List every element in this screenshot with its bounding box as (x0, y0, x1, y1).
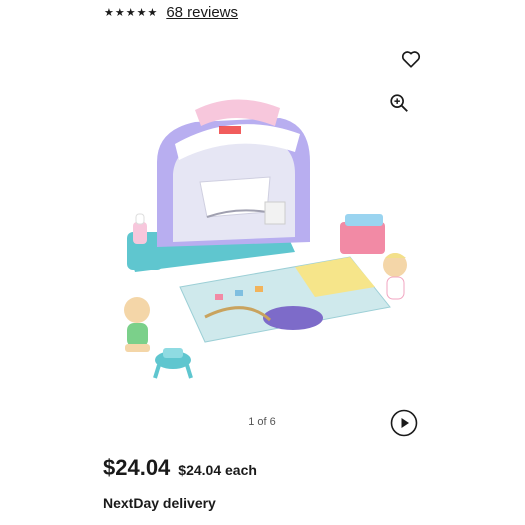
product-image[interactable] (95, 82, 425, 382)
play-icon[interactable] (390, 409, 418, 437)
gallery-counter: 1 of 6 (248, 416, 276, 428)
unit-price: $24.04 each (178, 462, 257, 478)
price-row: $24.04 $24.04 each (103, 455, 257, 481)
price-amount: $24.04 (103, 455, 171, 480)
heart-icon[interactable] (400, 48, 422, 70)
rating-row: ★★★★★ 68 reviews (104, 2, 238, 22)
reviews-link[interactable]: 68 reviews (166, 4, 238, 21)
rating-stars: ★★★★★ (104, 6, 159, 19)
delivery-label: NextDay delivery (103, 495, 216, 511)
